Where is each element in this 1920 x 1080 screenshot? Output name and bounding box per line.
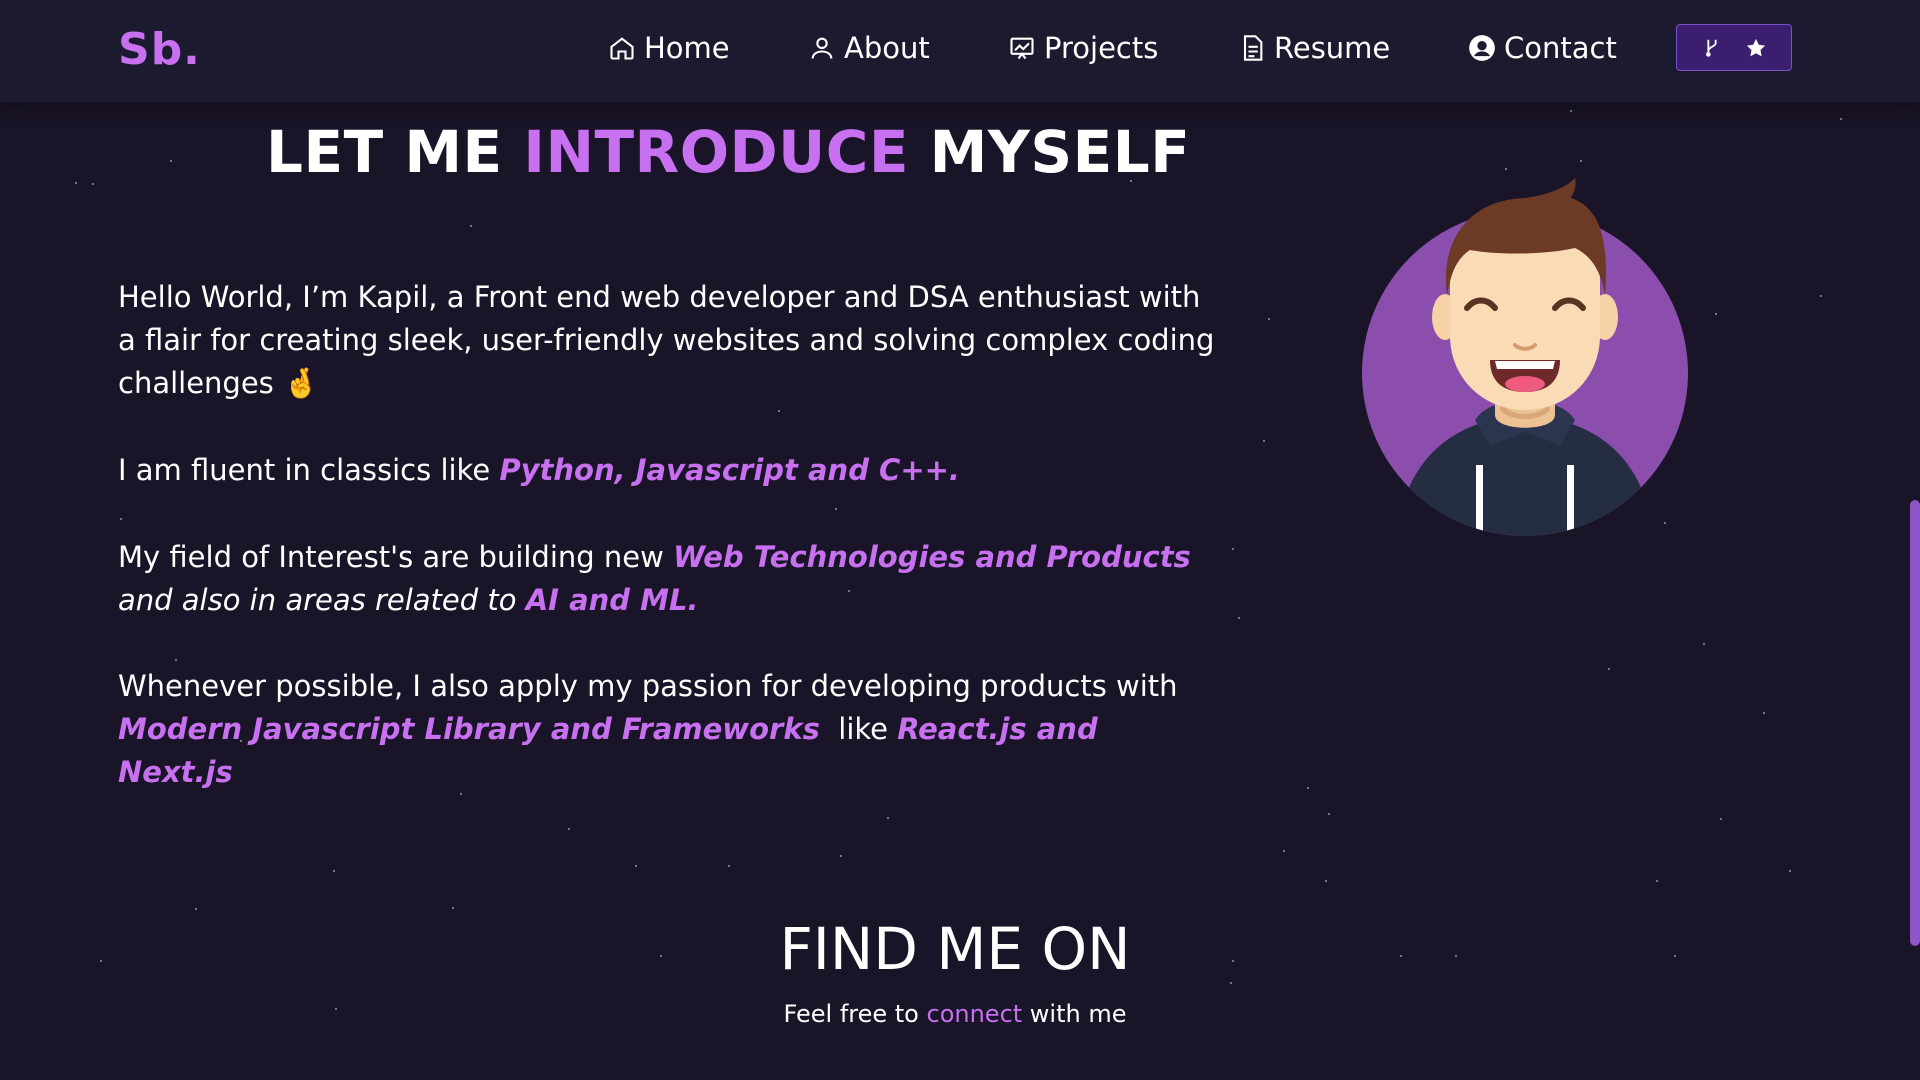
connect-link[interactable]: connect <box>927 1000 1023 1028</box>
intro-title-part1: LET ME <box>266 118 524 186</box>
nav-contact[interactable]: Contact <box>1468 28 1617 68</box>
nav-resume-label: Resume <box>1274 31 1391 65</box>
nav-projects-label: Projects <box>1044 31 1159 65</box>
intro-p4-mid: like <box>819 712 898 746</box>
page-scrollbar[interactable] <box>1910 500 1920 946</box>
user-icon <box>811 37 833 59</box>
crossed-fingers-emoji: 🤞 <box>283 366 320 400</box>
nav-projects[interactable]: Projects <box>1008 28 1158 68</box>
find-sub-post: with me <box>1022 1000 1127 1028</box>
document-icon <box>1243 35 1263 61</box>
find-me-title: FIND ME ON <box>779 915 1131 983</box>
intro-p4-text: Whenever possible, I also apply my passi… <box>118 669 1178 703</box>
nav-contact-label: Contact <box>1504 31 1617 65</box>
frameworks-highlight: Modern Javascript Library and Frameworks <box>118 712 820 746</box>
user-circle-icon <box>1469 35 1495 61</box>
intro-p2-text: I am fluent in classics like <box>118 453 500 487</box>
home-icon <box>610 37 634 60</box>
find-sub-pre: Feel free to <box>783 1000 927 1028</box>
nav-about[interactable]: About <box>808 28 930 68</box>
nav-about-label: About <box>844 31 930 65</box>
intro-title-part2: MYSELF <box>908 118 1191 186</box>
intro-title-highlight: INTRODUCE <box>523 118 909 186</box>
ai-ml-highlight: AI and ML. <box>525 583 699 617</box>
intro-p3-mid: and also in areas related to <box>118 583 526 617</box>
nav-home[interactable]: Home <box>608 28 730 68</box>
fork-icon <box>1706 39 1717 57</box>
logo[interactable]: Sb. <box>118 24 201 75</box>
intro-paragraph-2: I am fluent in classics like Python, Jav… <box>118 449 1218 492</box>
nav-home-label: Home <box>644 31 730 65</box>
intro-title: LET ME INTRODUCE MYSELF <box>266 118 1190 186</box>
intro-paragraph-4: Whenever possible, I also apply my passi… <box>118 665 1218 794</box>
intro-paragraph-1: Hello World, I’m Kapil, a Front end web … <box>118 276 1218 405</box>
intro-p3-text: My field of Interest's are building new <box>118 540 674 574</box>
languages-highlight: Python, Javascript and C++. <box>499 453 960 487</box>
interests-highlight: Web Technologies and Products <box>673 540 1191 574</box>
intro-paragraph-3: My field of Interest's are building new … <box>118 536 1218 622</box>
navbar: Sb. Home About Projects Resume Contact <box>0 0 1920 102</box>
nav-resume[interactable]: Resume <box>1238 28 1390 68</box>
github-repo-button[interactable] <box>1676 24 1792 71</box>
find-me-subtitle: Feel free to connect with me <box>0 1000 1910 1028</box>
chart-icon <box>1010 37 1034 60</box>
avatar <box>1362 178 1688 536</box>
star-icon <box>1746 38 1766 56</box>
